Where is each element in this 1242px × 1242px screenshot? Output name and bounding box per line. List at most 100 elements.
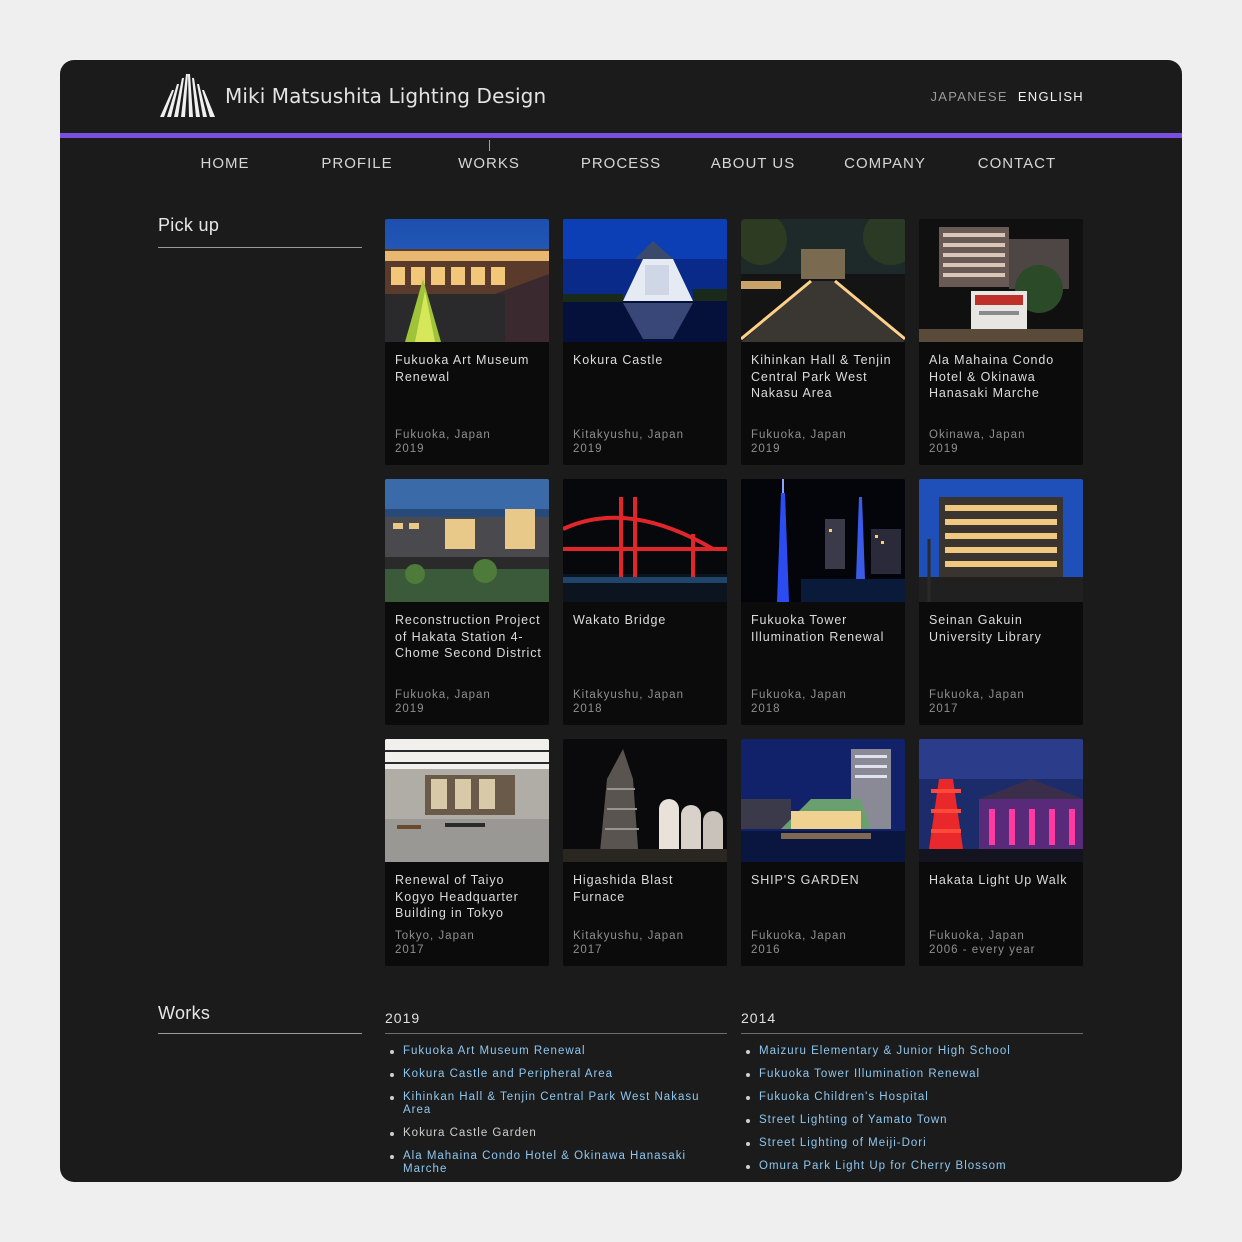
pickup-card[interactable]: Wakato Bridge Kitakyushu, Japan 2018: [563, 479, 727, 725]
work-link[interactable]: Street Lighting of Yamato Town: [759, 1114, 948, 1126]
works-list-item: Omura Park Light Up for Cherry Blossom: [741, 1160, 1083, 1173]
card-location: Fukuoka, Japan: [751, 930, 847, 942]
project-photo: [919, 479, 1083, 602]
project-photo: [919, 219, 1083, 342]
works-list-item: Fukuoka Tower Illumination Renewal: [741, 1068, 1083, 1081]
card-location: Fukuoka, Japan: [929, 689, 1025, 701]
card-year: 2019: [395, 443, 425, 455]
card-title: Ala Mahaina Condo Hotel & Okinawa Hanasa…: [929, 353, 1055, 400]
nav-profile[interactable]: PROFILE: [291, 138, 423, 188]
card-location: Kitakyushu, Japan: [573, 930, 684, 942]
logo-mark-icon: [160, 74, 215, 117]
card-title: Kokura Castle: [573, 353, 664, 367]
project-photo: [563, 739, 727, 862]
work-link[interactable]: Ala Mahaina Condo Hotel & Okinawa Hanasa…: [403, 1150, 686, 1175]
card-title: Renewal of Taiyo Kogyo Headquarter Build…: [395, 873, 519, 920]
work-link[interactable]: Omura Park Light Up for Cherry Blossom: [759, 1160, 1007, 1172]
project-photo: [563, 219, 727, 342]
works-list-item: Fukuoka Art Museum Renewal: [385, 1045, 727, 1058]
nav-about-us[interactable]: ABOUT US: [687, 138, 819, 188]
works-year-rule: [741, 1033, 1083, 1034]
pickup-card[interactable]: Reconstruction Project of Hakata Station…: [385, 479, 549, 725]
pickup-card[interactable]: Ala Mahaina Condo Hotel & Okinawa Hanasa…: [919, 219, 1083, 465]
works-heading-rule: [158, 1033, 362, 1034]
work-link[interactable]: Kihinkan Hall & Tenjin Central Park West…: [403, 1091, 700, 1116]
work-link[interactable]: Street Lighting of Meiji-Dori: [759, 1137, 927, 1149]
pickup-heading: Pick up: [158, 215, 220, 235]
works-year-column: 2019 Fukuoka Art Museum Renewal Kokura C…: [385, 1010, 727, 1182]
card-title: Kihinkan Hall & Tenjin Central Park West…: [751, 353, 892, 400]
pickup-card[interactable]: Fukuoka Art Museum Renewal Fukuoka, Japa…: [385, 219, 549, 465]
pickup-card[interactable]: Kokura Castle Kitakyushu, Japan 2019: [563, 219, 727, 465]
works-year-rule: [385, 1033, 727, 1034]
project-photo: [563, 479, 727, 602]
card-location: Fukuoka, Japan: [751, 689, 847, 701]
project-photo: [385, 219, 549, 342]
card-year: 2018: [573, 703, 603, 715]
nav-process[interactable]: PROCESS: [555, 138, 687, 188]
card-year: 2017: [929, 703, 959, 715]
card-year: 2017: [573, 944, 603, 956]
brand-logo[interactable]: Miki Matsushita Lighting Design: [158, 74, 546, 118]
card-title: Hakata Light Up Walk: [929, 873, 1068, 887]
works-list-item: Fukuoka Children's Hospital: [741, 1091, 1083, 1104]
works-list-item: Kihinkan Hall & Tenjin Central Park West…: [385, 1091, 727, 1117]
project-photo: [385, 739, 549, 862]
card-year: 2006 - every year: [929, 944, 1036, 956]
pickup-card[interactable]: Fukuoka Tower Illumination Renewal Fukuo…: [741, 479, 905, 725]
nav-company[interactable]: COMPANY: [819, 138, 951, 188]
project-photo: [741, 479, 905, 602]
lang-english-link[interactable]: ENGLISH: [1018, 89, 1084, 104]
site-header: Miki Matsushita Lighting Design JAPANESE…: [60, 60, 1182, 133]
main-nav: HOME PROFILE WORKS PROCESS ABOUT US COMP…: [60, 138, 1182, 188]
works-list-item: Street Lighting of Yamato Town: [741, 1114, 1083, 1127]
project-photo: [741, 219, 905, 342]
card-location: Kitakyushu, Japan: [573, 429, 684, 441]
work-link[interactable]: Fukuoka Tower Illumination Renewal: [759, 1068, 980, 1080]
card-location: Tokyo, Japan: [395, 930, 475, 942]
card-year: 2019: [395, 703, 425, 715]
brand-name: Miki Matsushita Lighting Design: [225, 84, 547, 108]
card-location: Fukuoka, Japan: [751, 429, 847, 441]
works-list: Maizuru Elementary & Junior High School …: [741, 1045, 1083, 1173]
project-photo: [741, 739, 905, 862]
nav-contact[interactable]: CONTACT: [951, 138, 1083, 188]
work-text: Kokura Castle Garden: [403, 1127, 537, 1139]
card-year: 2019: [751, 443, 781, 455]
works-heading: Works: [158, 1003, 211, 1023]
card-year: 2017: [395, 944, 425, 956]
card-year: 2016: [751, 944, 781, 956]
pickup-card[interactable]: SHIP'S GARDEN Fukuoka, Japan 2016: [741, 739, 905, 966]
works-list-item: Kokura Castle and Peripheral Area: [385, 1068, 727, 1081]
nav-works[interactable]: WORKS: [423, 138, 555, 188]
project-photo: [919, 739, 1083, 862]
pickup-heading-rule: [158, 247, 362, 248]
work-link[interactable]: Kokura Castle and Peripheral Area: [403, 1068, 613, 1080]
card-title: Reconstruction Project of Hakata Station…: [395, 613, 542, 660]
lang-japanese-link[interactable]: JAPANESE: [930, 89, 1007, 104]
works-list-item: Kokura Castle Garden: [385, 1127, 727, 1140]
card-title: Wakato Bridge: [573, 613, 667, 627]
site-frame: Miki Matsushita Lighting Design JAPANESE…: [60, 60, 1182, 1182]
works-year-heading: 2019: [385, 1010, 421, 1026]
works-list-item: Ala Mahaina Condo Hotel & Okinawa Hanasa…: [385, 1150, 727, 1176]
card-location: Okinawa, Japan: [929, 429, 1026, 441]
card-title: Fukuoka Art Museum Renewal: [395, 353, 530, 384]
pickup-card[interactable]: Kihinkan Hall & Tenjin Central Park West…: [741, 219, 905, 465]
works-list-item: Maizuru Elementary & Junior High School: [741, 1045, 1083, 1058]
works-list-item: Street Lighting of Meiji-Dori: [741, 1137, 1083, 1150]
work-link[interactable]: Fukuoka Art Museum Renewal: [403, 1045, 586, 1057]
works-year-column: 2014 Maizuru Elementary & Junior High Sc…: [741, 1010, 1083, 1182]
works-list: Fukuoka Art Museum Renewal Kokura Castle…: [385, 1045, 727, 1176]
work-link[interactable]: Fukuoka Children's Hospital: [759, 1091, 929, 1103]
pickup-card[interactable]: Renewal of Taiyo Kogyo Headquarter Build…: [385, 739, 549, 966]
card-location: Kitakyushu, Japan: [573, 689, 684, 701]
works-year-heading: 2014: [741, 1010, 777, 1026]
card-location: Fukuoka, Japan: [395, 429, 491, 441]
nav-home[interactable]: HOME: [159, 138, 291, 188]
pickup-card[interactable]: Higashida Blast Furnace Kitakyushu, Japa…: [563, 739, 727, 966]
pickup-card[interactable]: Hakata Light Up Walk Fukuoka, Japan 2006…: [919, 739, 1083, 966]
work-link[interactable]: Maizuru Elementary & Junior High School: [759, 1045, 1011, 1057]
card-year: 2018: [751, 703, 781, 715]
pickup-card[interactable]: Seinan Gakuin University Library Fukuoka…: [919, 479, 1083, 725]
